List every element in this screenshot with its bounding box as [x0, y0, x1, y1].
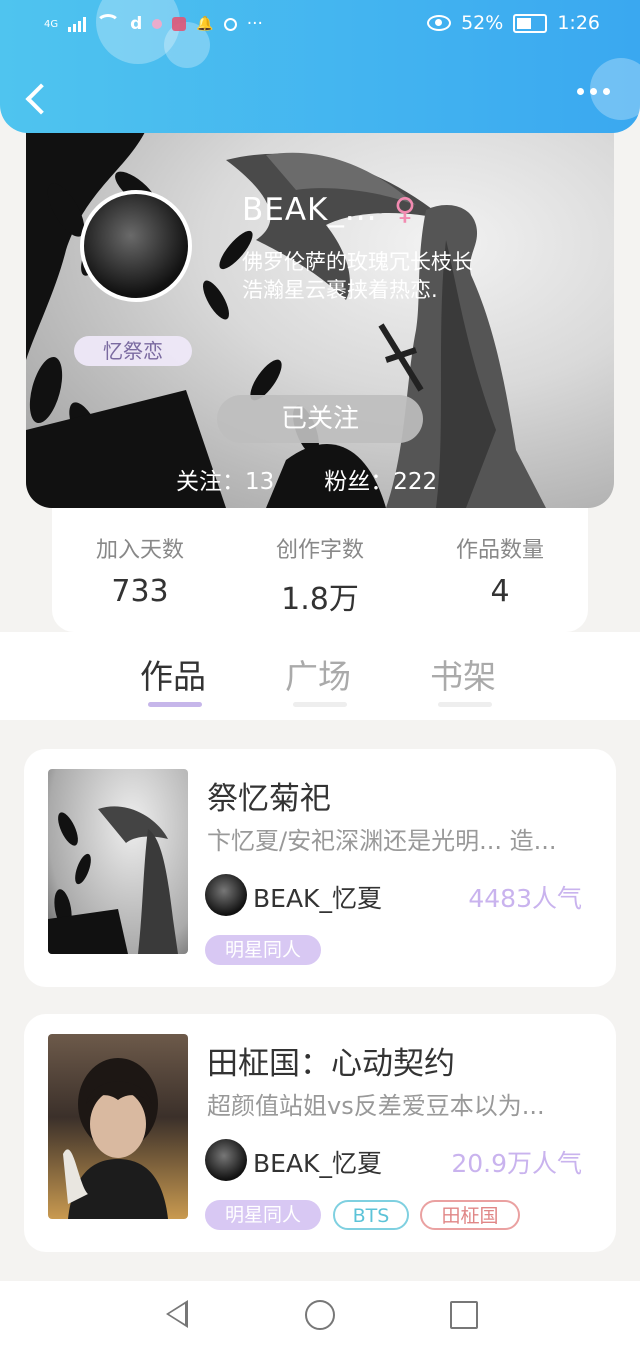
stat-works-count: 作品数量 4	[420, 532, 580, 609]
follow-counts: 关注：13 粉丝：222	[176, 462, 437, 496]
following-count[interactable]: 关注：13	[176, 462, 274, 496]
network-label: 4G	[44, 18, 59, 30]
status-bar: 4G d 🔔 ··· 52% 1:26	[0, 0, 640, 52]
stat-value: 733	[111, 574, 169, 609]
work-card[interactable]: 田柾国：心动契约 超颜值站姐vs反差爱豆本以为... BEAK_忆夏 20.9万…	[24, 1014, 616, 1252]
stats-panel: 加入天数 733 创作字数 1.8万 作品数量 4	[52, 508, 588, 632]
tiktok-icon: d	[130, 14, 143, 34]
stat-value: 1.8万	[281, 582, 359, 617]
work-description: 卞忆夏/安祀深渊还是光明... 造...	[207, 827, 557, 855]
nav-recents-icon[interactable]	[450, 1301, 478, 1329]
tab-label: 书架	[430, 657, 496, 696]
tab-label: 广场	[285, 657, 351, 696]
back-icon[interactable]	[22, 82, 50, 116]
more-notifications-icon: ···	[246, 14, 263, 34]
tag-chip[interactable]: 明星同人	[205, 935, 321, 965]
tab-square[interactable]: 广场	[285, 650, 351, 707]
nav-back-icon[interactable]	[166, 1300, 188, 1328]
author-avatar	[205, 1139, 247, 1181]
tab-indicator	[293, 702, 347, 707]
work-cover-image	[48, 1034, 188, 1219]
stat-label: 创作字数	[275, 538, 364, 563]
profile-name: BEAK_...	[242, 192, 378, 228]
tab-bar: 作品 广场 书架	[0, 632, 640, 720]
work-cover-image	[48, 769, 188, 954]
tag-chip[interactable]: 明星同人	[205, 1200, 321, 1230]
work-description: 超颜值站姐vs反差爱豆本以为...	[207, 1092, 545, 1120]
circle-icon	[223, 17, 237, 31]
fans-value: 222	[393, 469, 438, 495]
profile-cover-image	[26, 130, 614, 508]
angel-statue-illustration	[26, 130, 546, 508]
author-name: BEAK_忆夏	[253, 884, 382, 913]
nav-home-icon[interactable]	[305, 1300, 335, 1330]
fans-count[interactable]: 粉丝：222	[324, 462, 437, 496]
stat-label: 加入天数	[95, 538, 184, 563]
qq-icon: 🔔	[196, 16, 214, 32]
author-avatar	[205, 874, 247, 916]
system-nav-bar	[0, 1281, 640, 1351]
avatar[interactable]	[80, 190, 192, 302]
female-icon: ♀	[394, 192, 416, 227]
battery-icon	[513, 13, 548, 33]
stat-value: 4	[490, 574, 510, 609]
work-title: 祭忆菊祀	[207, 781, 331, 817]
stat-word-count: 创作字数 1.8万	[240, 532, 400, 618]
bio-line: 浩瀚星云裹挟着热恋.	[242, 278, 438, 302]
tab-indicator	[438, 702, 492, 707]
header-bar: 4G d 🔔 ··· 52% 1:26	[0, 0, 640, 133]
tab-label: 作品	[140, 657, 206, 696]
profile-badge: 忆祭恋	[74, 336, 192, 366]
app-notification-icon	[152, 19, 163, 29]
work-title: 田柾国：心动契约	[207, 1046, 455, 1082]
eye-comfort-icon	[427, 15, 452, 31]
tab-works[interactable]: 作品	[140, 650, 206, 707]
popularity-count: 4483人气	[468, 884, 582, 913]
fans-label: 粉丝：	[324, 469, 394, 495]
tag-chip[interactable]: BTS	[333, 1200, 409, 1230]
popularity-count: 20.9万人气	[451, 1149, 582, 1178]
tab-indicator	[148, 702, 202, 707]
work-card[interactable]: 祭忆菊祀 卞忆夏/安祀深渊还是光明... 造... BEAK_忆夏 4483人气…	[24, 749, 616, 987]
clock: 1:26	[557, 12, 600, 34]
more-icon[interactable]	[577, 88, 610, 95]
app-notification-icon	[172, 17, 187, 31]
battery-percent: 52%	[461, 12, 504, 34]
following-label: 关注：	[176, 469, 245, 495]
stat-join-days: 加入天数 733	[60, 532, 220, 609]
following-value: 13	[245, 469, 275, 495]
tag-chip[interactable]: 田柾国	[420, 1200, 520, 1230]
signal-icon	[68, 16, 87, 32]
profile-bio: 佛罗伦萨的玫瑰冗长枝长 浩瀚星云裹挟着热恋.	[242, 248, 542, 304]
wifi-icon	[96, 14, 121, 34]
author-name: BEAK_忆夏	[253, 1149, 382, 1178]
follow-button[interactable]: 已关注	[217, 395, 423, 443]
tab-bookshelf[interactable]: 书架	[430, 650, 496, 707]
stat-label: 作品数量	[455, 538, 544, 563]
bio-line: 佛罗伦萨的玫瑰冗长枝长	[242, 250, 473, 274]
